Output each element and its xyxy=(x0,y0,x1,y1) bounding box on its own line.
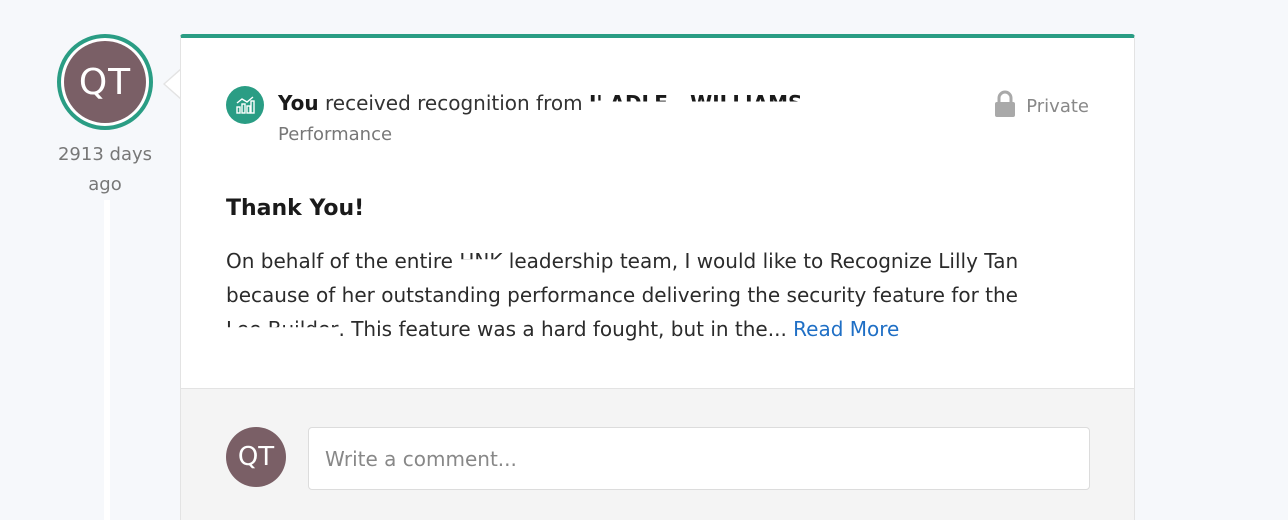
recognition-headline: You received recognition from I' ADLE - … xyxy=(278,88,859,118)
timestamp: 2913 days ago xyxy=(57,144,153,195)
timeline-line xyxy=(104,200,110,520)
read-more-link[interactable]: Read More xyxy=(793,317,899,341)
comment-input[interactable] xyxy=(308,427,1090,490)
chart-icon xyxy=(226,86,264,124)
author-avatar[interactable]: QT xyxy=(57,34,153,130)
recognition-card: You received recognition from I' ADLE - … xyxy=(180,34,1135,520)
recognition-title: Thank You! xyxy=(226,196,365,221)
privacy-label: Private xyxy=(1026,96,1089,117)
sender-name[interactable]: I' ADLE - WILLIAMS xyxy=(589,88,859,118)
commenter-avatar: QT xyxy=(226,427,286,487)
privacy-indicator: Private xyxy=(994,90,1089,123)
received-text: received recognition from xyxy=(318,91,589,115)
card-header: You received recognition from I' ADLE - … xyxy=(226,84,1089,154)
recognition-message: On behalf of the entire HNK leadership t… xyxy=(226,244,1086,346)
recipient-you: You xyxy=(278,91,319,115)
comment-section: QT xyxy=(181,388,1134,520)
lock-icon xyxy=(994,90,1016,123)
author-avatar-initials: QT xyxy=(64,41,146,123)
masked-product-name: Lee Builder xyxy=(226,317,339,341)
recognition-category: Performance xyxy=(278,124,393,145)
masked-org-name: HNK xyxy=(459,249,503,273)
